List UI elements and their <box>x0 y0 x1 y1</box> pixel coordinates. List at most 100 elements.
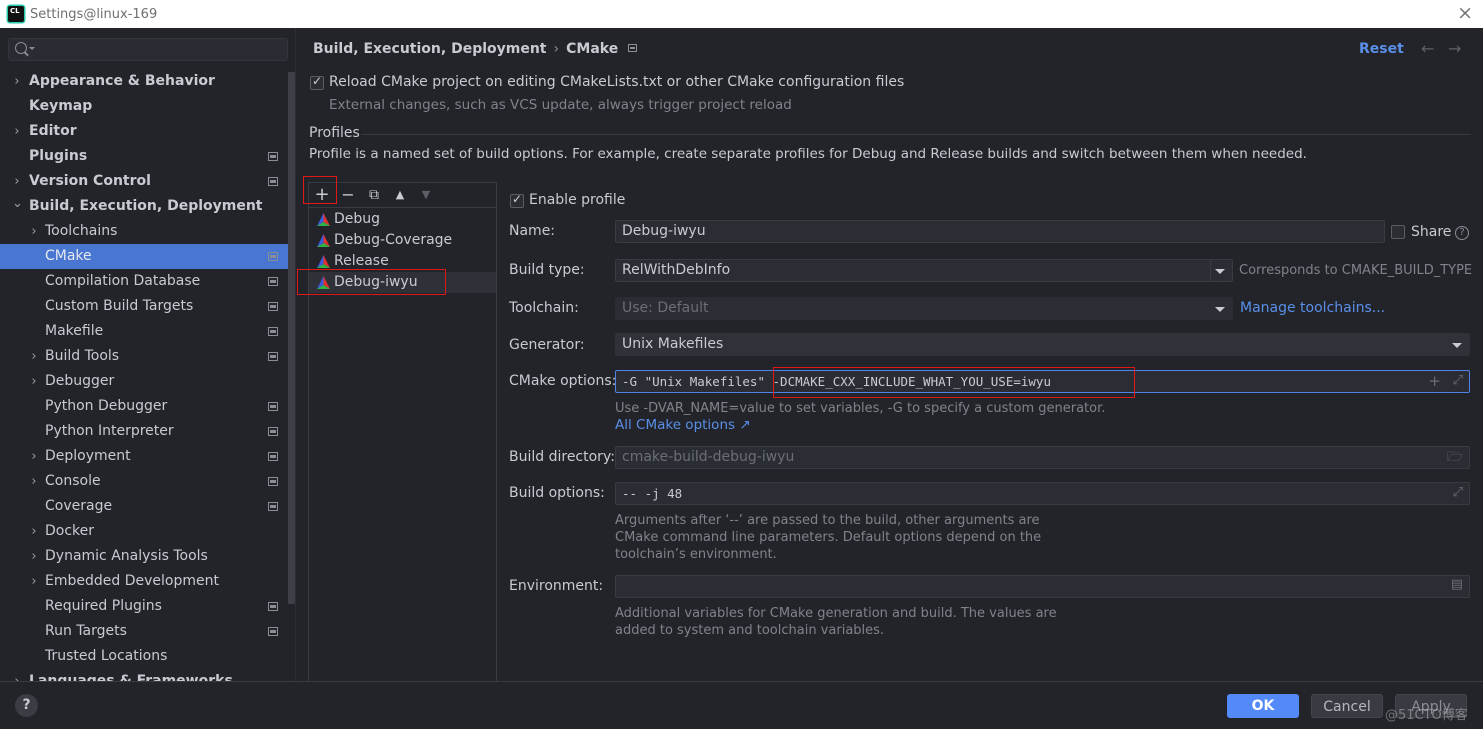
sidebar-item-python-interpreter[interactable]: Python Interpreter <box>0 419 288 444</box>
expand-icon[interactable]: ⤢ <box>1453 373 1463 388</box>
sidebar-item-python-debugger[interactable]: Python Debugger <box>0 394 288 419</box>
project-level-icon <box>268 627 278 636</box>
share-checkbox[interactable] <box>1391 225 1405 239</box>
profiles-separator <box>361 134 1471 135</box>
sidebar-item-dynamic-analysis-tools[interactable]: › Dynamic Analysis Tools <box>0 544 288 569</box>
help-button[interactable]: ? <box>15 694 38 717</box>
build-directory-value: cmake-build-debug-iwyu <box>622 449 795 465</box>
sidebar-item-plugins[interactable]: Plugins <box>0 144 288 169</box>
environment-input[interactable]: ▤ <box>615 575 1470 598</box>
environment-hint-2: added to system and toolchain variables. <box>615 623 885 638</box>
move-down-button[interactable]: ▼ <box>417 186 435 204</box>
sidebar-item-cmake[interactable]: CMake <box>0 244 288 269</box>
project-level-icon <box>268 452 278 461</box>
sidebar-item-required-plugins[interactable]: Required Plugins <box>0 594 288 619</box>
reset-button[interactable]: Reset <box>1359 41 1404 57</box>
search-icon <box>15 42 27 54</box>
cmake-profile-icon <box>317 234 330 247</box>
sidebar-item-build-execution-deployment[interactable]: ⌄ Build, Execution, Deployment <box>0 194 288 219</box>
project-level-icon <box>268 502 278 511</box>
cmake-options-label: CMake options: <box>509 373 617 389</box>
sidebar-item-toolchains[interactable]: › Toolchains <box>0 219 288 244</box>
profile-name-input[interactable]: Debug-iwyu <box>615 220 1385 243</box>
enable-profile-label[interactable]: Enable profile <box>529 192 625 208</box>
cmake-options-input[interactable]: -G "Unix Makefiles" -DCMAKE_CXX_INCLUDE_… <box>615 370 1470 393</box>
chevron-down-icon[interactable]: ⌄ <box>12 191 23 216</box>
sidebar-item-label: CMake <box>45 248 92 264</box>
project-level-icon <box>268 327 278 336</box>
expand-icon[interactable]: ⤢ <box>1453 485 1463 500</box>
breadcrumb-parent[interactable]: Build, Execution, Deployment <box>313 41 547 57</box>
ok-button[interactable]: OK <box>1227 694 1299 718</box>
chevron-down-icon[interactable] <box>1452 343 1462 348</box>
chevron-right-icon[interactable]: › <box>29 569 39 594</box>
sidebar-item-trusted-locations[interactable]: Trusted Locations <box>0 644 288 669</box>
edit-environment-icon[interactable]: ▤ <box>1451 577 1463 592</box>
chevron-right-icon[interactable]: › <box>29 519 39 544</box>
chevron-right-icon[interactable]: › <box>29 444 39 469</box>
apply-button[interactable]: Apply <box>1395 694 1467 718</box>
manage-toolchains-link[interactable]: Manage toolchains... <box>1240 300 1385 316</box>
sidebar-item-custom-build-targets[interactable]: Custom Build Targets <box>0 294 288 319</box>
chevron-right-icon[interactable]: › <box>29 469 39 494</box>
sidebar-item-embedded-development[interactable]: › Embedded Development <box>0 569 288 594</box>
search-options-caret-icon[interactable] <box>29 47 35 50</box>
profile-item[interactable]: Debug-iwyu <box>309 272 496 293</box>
toolchain-value: Use: Default <box>622 300 709 316</box>
sidebar-item-appearance-behavior[interactable]: › Appearance & Behavior <box>0 69 288 94</box>
sidebar-item-deployment[interactable]: › Deployment <box>0 444 288 469</box>
all-cmake-options-link[interactable]: All CMake options ↗ <box>615 417 751 433</box>
sidebar-item-keymap[interactable]: Keymap <box>0 94 288 119</box>
sidebar-scrollbar-thumb[interactable] <box>288 72 295 604</box>
sidebar-item-build-tools[interactable]: › Build Tools <box>0 344 288 369</box>
reload-cmake-label[interactable]: Reload CMake project on editing CMakeLis… <box>329 74 904 90</box>
sidebar-item-editor[interactable]: › Editor <box>0 119 288 144</box>
build-options-hint-2: CMake command line parameters. Default o… <box>615 530 1042 545</box>
chevron-right-icon[interactable]: › <box>29 369 39 394</box>
move-up-button[interactable]: ▲ <box>391 186 409 204</box>
chevron-right-icon[interactable]: › <box>12 669 22 681</box>
profile-item[interactable]: Debug-Coverage <box>309 230 496 251</box>
chevron-down-icon[interactable] <box>1215 307 1225 312</box>
sidebar-item-coverage[interactable]: Coverage <box>0 494 288 519</box>
add-profile-button[interactable]: + <box>313 186 331 204</box>
build-type-dropdown-button[interactable] <box>1210 260 1232 281</box>
share-help-icon[interactable]: ? <box>1455 226 1469 240</box>
profile-item[interactable]: Debug <box>309 209 496 230</box>
sidebar-item-makefile[interactable]: Makefile <box>0 319 288 344</box>
sidebar-item-console[interactable]: › Console <box>0 469 288 494</box>
generator-combobox[interactable]: Unix Makefiles <box>615 333 1470 356</box>
build-type-combobox[interactable]: RelWithDebInfo <box>615 259 1233 282</box>
browse-folder-icon[interactable]: 🗁 <box>1447 448 1463 470</box>
close-window-button[interactable]: × <box>1457 3 1473 23</box>
chevron-right-icon[interactable]: › <box>29 219 39 244</box>
sidebar-item-run-targets[interactable]: Run Targets <box>0 619 288 644</box>
sidebar-item-version-control[interactable]: › Version Control <box>0 169 288 194</box>
settings-search-input[interactable] <box>8 38 288 61</box>
sidebar-item-compilation-database[interactable]: Compilation Database <box>0 269 288 294</box>
build-options-hint-1: Arguments after ‘--’ are passed to the b… <box>615 513 1040 528</box>
remove-profile-button[interactable]: − <box>339 186 357 204</box>
insert-macro-icon[interactable]: + <box>1428 372 1441 390</box>
project-level-icon <box>268 602 278 611</box>
back-arrow-icon[interactable]: ← <box>1421 39 1434 58</box>
profile-name: Release <box>334 253 389 269</box>
forward-arrow-icon[interactable]: → <box>1448 39 1461 58</box>
chevron-right-icon[interactable]: › <box>12 119 22 144</box>
share-label[interactable]: Share <box>1411 224 1451 240</box>
build-directory-input[interactable]: cmake-build-debug-iwyu 🗁 <box>615 446 1470 469</box>
reload-cmake-checkbox[interactable] <box>310 74 324 90</box>
profile-item[interactable]: Release <box>309 251 496 272</box>
sidebar-item-label: Languages & Frameworks <box>29 673 233 681</box>
sidebar-item-debugger[interactable]: › Debugger <box>0 369 288 394</box>
copy-profile-button[interactable]: ⧉ <box>365 186 383 204</box>
sidebar-item-languages-frameworks[interactable]: › Languages & Frameworks <box>0 669 288 681</box>
enable-profile-checkbox[interactable] <box>510 192 524 208</box>
chevron-right-icon[interactable]: › <box>12 69 22 94</box>
chevron-right-icon[interactable]: › <box>29 344 39 369</box>
build-options-input[interactable]: -- -j 48 ⤢ <box>615 482 1470 505</box>
chevron-right-icon[interactable]: › <box>29 544 39 569</box>
toolchain-combobox[interactable]: Use: Default <box>615 297 1233 320</box>
cancel-button[interactable]: Cancel <box>1311 694 1383 718</box>
sidebar-item-docker[interactable]: › Docker <box>0 519 288 544</box>
